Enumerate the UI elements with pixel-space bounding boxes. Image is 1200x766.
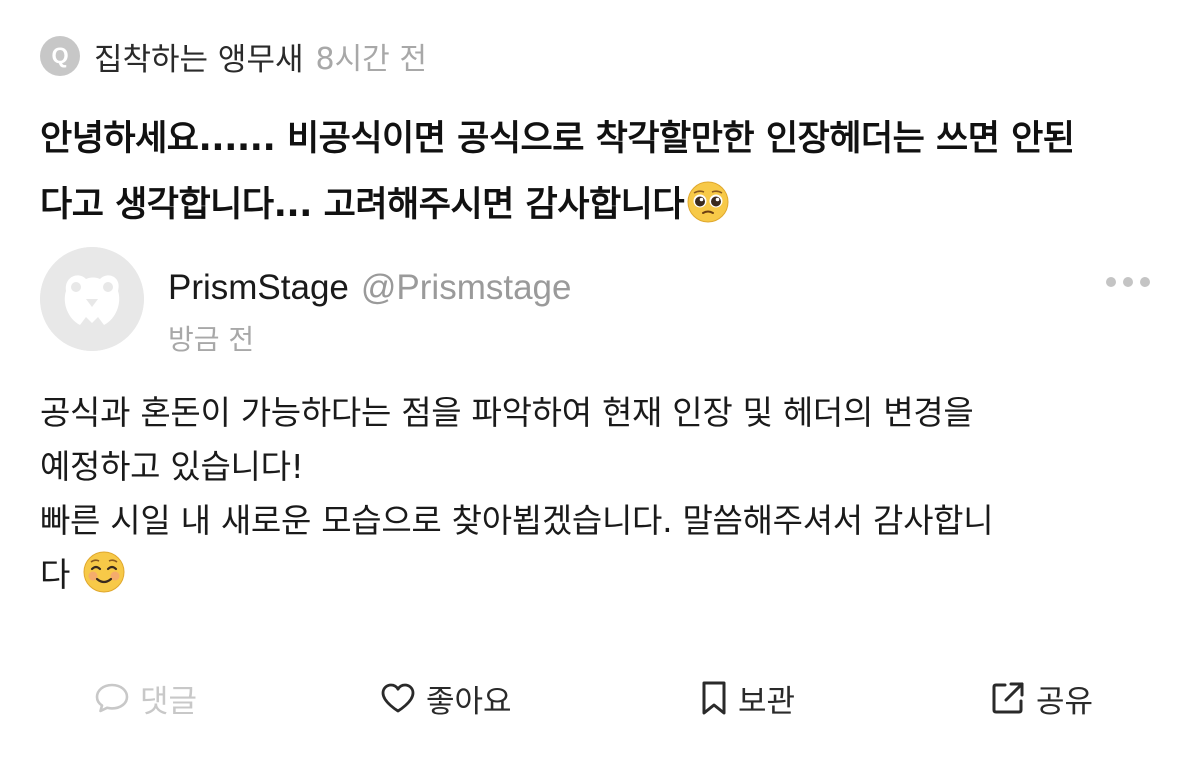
comment-label: 댓글 [140, 683, 198, 720]
smiling-face-emoji-icon [83, 551, 125, 593]
comment-button[interactable]: 댓글 [94, 668, 197, 728]
answer-avatar[interactable] [40, 247, 144, 351]
bookmark-icon [702, 681, 726, 715]
share-icon [992, 682, 1024, 714]
question-author[interactable]: 집착하는 앵무새 [94, 34, 304, 79]
question-line-2: 다고 생각합니다... 고려해주시면 감사합니다 [40, 172, 1180, 238]
share-label: 공유 [1036, 683, 1094, 720]
answer-author-row: PrismStage @Prismstage [168, 268, 572, 308]
action-bar: 댓글 좋아요 보관 공유 [0, 668, 1200, 728]
more-dot [1106, 277, 1116, 287]
like-label: 좋아요 [426, 683, 512, 720]
question-line-2-text: 다고 생각합니다... 고려해주시면 감사합니다 [40, 185, 685, 225]
panda-default-avatar-icon [40, 247, 144, 351]
question-header: Q 집착하는 앵무새 8시간 전 [40, 32, 427, 80]
question-time: 8시간 전 [315, 42, 427, 77]
question-line-1: 안녕하세요...... 비공식이면 공식으로 착각할만한 인장헤더는 쓰면 안된 [40, 119, 1075, 159]
like-button[interactable]: 좋아요 [380, 668, 512, 728]
answer-line-4: 다 [40, 548, 1170, 602]
answer-line-2: 예정하고 있습니다! [40, 447, 304, 486]
answer-line-1: 공식과 혼돈이 가능하다는 점을 파악하여 현재 인장 및 헤더의 변경을 [40, 393, 974, 432]
answer-author-name[interactable]: PrismStage [168, 268, 349, 308]
answer-text: 공식과 혼돈이 가능하다는 점을 파악하여 현재 인장 및 헤더의 변경을 예정… [40, 386, 1170, 602]
save-button[interactable]: 보관 [700, 668, 795, 728]
more-dot [1123, 277, 1133, 287]
answer-time: 방금 전 [168, 323, 255, 356]
heart-icon [381, 683, 415, 713]
more-dot [1140, 277, 1150, 287]
more-options-icon[interactable] [1106, 270, 1150, 294]
question-text: 안녕하세요...... 비공식이면 공식으로 착각할만한 인장헤더는 쓰면 안된… [40, 106, 1180, 238]
save-label: 보관 [738, 683, 796, 720]
qa-post-page: Q 집착하는 앵무새 8시간 전 안녕하세요...... 비공식이면 공식으로 … [0, 0, 1200, 766]
question-badge-icon: Q [40, 36, 80, 76]
pleading-face-emoji-icon [687, 181, 729, 223]
share-button[interactable]: 공유 [990, 668, 1093, 728]
answer-line-4-text: 다 [40, 555, 71, 594]
comment-bubble-icon [95, 683, 129, 713]
answer-author-handle[interactable]: @Prismstage [361, 268, 572, 308]
answer-line-3: 빠른 시일 내 새로운 모습으로 찾아뵙겠습니다. 말씀해주셔서 감사합니 [40, 501, 994, 540]
